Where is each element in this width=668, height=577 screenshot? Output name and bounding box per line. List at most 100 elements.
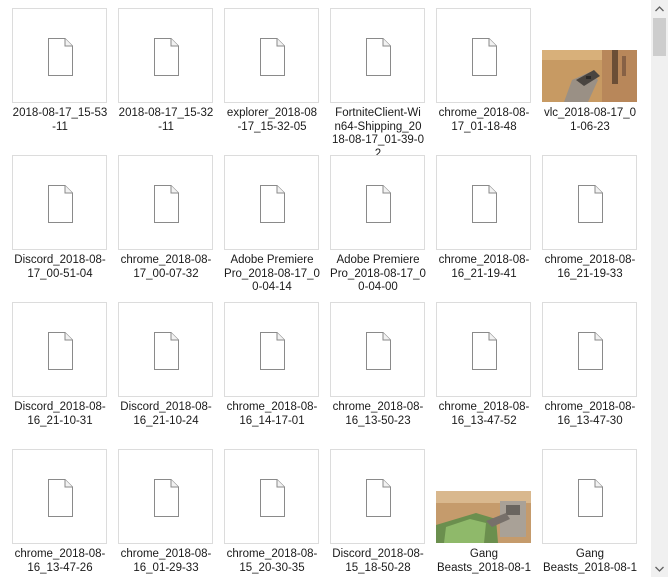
document-icon — [154, 185, 179, 223]
file-name-label: chrome_2018-08- 16_14-17-01 — [226, 401, 318, 427]
file-item[interactable]: Discord_2018-08- 16_21-10-24 — [117, 302, 223, 449]
file-name-label: chrome_2018-08- 16_01-29-33 — [120, 548, 212, 574]
file-name-label: Discord_2018-08- 16_21-10-31 — [14, 401, 106, 427]
file-item[interactable]: FortniteClient-Wi n64-Shipping_20 18-08-17… — [329, 8, 435, 160]
document-icon — [260, 332, 285, 370]
file-name-label: Discord_2018-08- 15_18-50-28 — [332, 548, 424, 574]
file-item[interactable]: chrome_2018-08- 16_21-19-41 — [435, 155, 541, 302]
chevron-down-icon — [655, 566, 664, 572]
scroll-down-button[interactable] — [651, 560, 668, 577]
file-thumbnail — [12, 155, 107, 250]
chevron-up-icon — [655, 5, 664, 11]
vertical-scrollbar[interactable] — [651, 0, 668, 577]
file-name-label: 2018-08-17_15-53 -11 — [12, 107, 108, 133]
file-item[interactable]: explorer_2018-08 -17_15-32-05 — [223, 8, 329, 155]
file-thumbnail — [436, 302, 531, 397]
file-thumbnail — [12, 449, 107, 544]
document-icon — [472, 332, 497, 370]
file-thumbnail — [224, 449, 319, 544]
file-item[interactable]: chrome_2018-08- 16_14-17-01 — [223, 302, 329, 449]
document-icon — [472, 38, 497, 76]
file-thumbnail — [542, 302, 637, 397]
document-icon — [154, 38, 179, 76]
file-thumbnail — [224, 302, 319, 397]
file-thumbnail — [330, 302, 425, 397]
file-item[interactable]: chrome_2018-08- 16_01-29-33 — [117, 449, 223, 577]
file-thumbnail — [330, 8, 425, 103]
document-icon — [366, 479, 391, 517]
file-item[interactable]: Gang Beasts_2018-08-1 — [435, 449, 541, 577]
document-icon — [154, 479, 179, 517]
file-thumbnail — [118, 449, 213, 544]
document-icon — [366, 332, 391, 370]
file-item[interactable]: chrome_2018-08- 15_20-30-35 — [223, 449, 329, 577]
file-name-label: vlc_2018-08-17_0 1-06-23 — [543, 107, 637, 133]
file-thumbnail — [12, 302, 107, 397]
file-name-label: Gang Beasts_2018-08-1 — [437, 548, 531, 574]
file-item[interactable]: 2018-08-17_15-32 -11 — [117, 8, 223, 155]
file-name-label: chrome_2018-08- 15_20-30-35 — [226, 548, 318, 574]
file-thumbnail — [12, 8, 107, 103]
file-thumbnail — [330, 449, 425, 544]
document-icon — [366, 185, 391, 223]
document-icon — [366, 38, 391, 76]
file-name-label: chrome_2018-08- 16_13-47-52 — [438, 401, 530, 427]
document-icon — [578, 332, 603, 370]
document-icon — [48, 185, 73, 223]
file-item[interactable]: Discord_2018-08- 15_18-50-28 — [329, 449, 435, 577]
file-name-label: chrome_2018-08- 17_00-07-32 — [120, 254, 212, 280]
file-item[interactable]: chrome_2018-08- 17_00-07-32 — [117, 155, 223, 302]
scroll-up-button[interactable] — [651, 0, 668, 17]
file-name-label: chrome_2018-08- 16_13-47-30 — [544, 401, 636, 427]
file-name-label: chrome_2018-08- 16_13-50-23 — [332, 401, 424, 427]
image-thumbnail — [436, 491, 531, 543]
file-item[interactable]: chrome_2018-08- 16_13-50-23 — [329, 302, 435, 449]
file-item[interactable]: chrome_2018-08- 16_13-47-26 — [11, 449, 117, 577]
file-item[interactable]: chrome_2018-08- 16_21-19-33 — [541, 155, 647, 302]
file-item[interactable]: Discord_2018-08- 17_00-51-04 — [11, 155, 117, 302]
document-icon — [48, 332, 73, 370]
file-item[interactable]: vlc_2018-08-17_0 1-06-23 — [541, 8, 647, 155]
file-name-label: Adobe Premiere Pro_2018-08-17_0 0-04-14 — [224, 254, 320, 293]
file-thumbnail — [330, 155, 425, 250]
file-name-label: chrome_2018-08- 17_01-18-48 — [438, 107, 530, 133]
file-grid: 2018-08-17_15-53 -11 2018-08-17_15-32 -11 ex… — [11, 8, 647, 577]
file-thumbnail — [224, 8, 319, 103]
file-name-label: chrome_2018-08- 16_21-19-41 — [438, 254, 530, 280]
document-icon — [260, 185, 285, 223]
file-thumbnail — [542, 449, 637, 544]
file-name-label: Adobe Premiere Pro_2018-08-17_0 0-04-00 — [330, 254, 426, 293]
document-icon — [48, 479, 73, 517]
file-item[interactable]: chrome_2018-08- 17_01-18-48 — [435, 8, 541, 155]
file-thumbnail — [224, 155, 319, 250]
file-name-label: chrome_2018-08- 16_21-19-33 — [544, 254, 636, 280]
file-item[interactable]: Discord_2018-08- 16_21-10-31 — [11, 302, 117, 449]
document-icon — [578, 479, 603, 517]
file-item[interactable]: chrome_2018-08- 16_13-47-52 — [435, 302, 541, 449]
file-name-label: Gang Beasts_2018-08-1 — [543, 548, 637, 574]
file-item[interactable]: Adobe Premiere Pro_2018-08-17_0 0-04-14 — [223, 155, 329, 302]
file-name-label: 2018-08-17_15-32 -11 — [118, 107, 214, 133]
document-icon — [154, 332, 179, 370]
document-icon — [578, 185, 603, 223]
document-icon — [260, 38, 285, 76]
file-item[interactable]: Gang Beasts_2018-08-1 — [541, 449, 647, 577]
file-view: 2018-08-17_15-53 -11 2018-08-17_15-32 -11 ex… — [0, 0, 651, 577]
file-name-label: chrome_2018-08- 16_13-47-26 — [14, 548, 106, 574]
file-item[interactable]: Adobe Premiere Pro_2018-08-17_0 0-04-00 — [329, 155, 435, 302]
file-thumbnail — [542, 155, 637, 250]
file-thumbnail — [436, 155, 531, 250]
document-icon — [260, 479, 285, 517]
file-thumbnail — [436, 8, 531, 103]
file-name-label: Discord_2018-08- 16_21-10-24 — [120, 401, 212, 427]
image-thumbnail — [542, 50, 637, 102]
file-thumbnail — [542, 8, 637, 103]
file-thumbnail — [118, 302, 213, 397]
file-name-label: explorer_2018-08 -17_15-32-05 — [226, 107, 318, 133]
scrollbar-thumb[interactable] — [653, 18, 666, 56]
file-thumbnail — [118, 8, 213, 103]
file-item[interactable]: 2018-08-17_15-53 -11 — [11, 8, 117, 155]
file-item[interactable]: chrome_2018-08- 16_13-47-30 — [541, 302, 647, 449]
document-icon — [472, 185, 497, 223]
document-icon — [48, 38, 73, 76]
